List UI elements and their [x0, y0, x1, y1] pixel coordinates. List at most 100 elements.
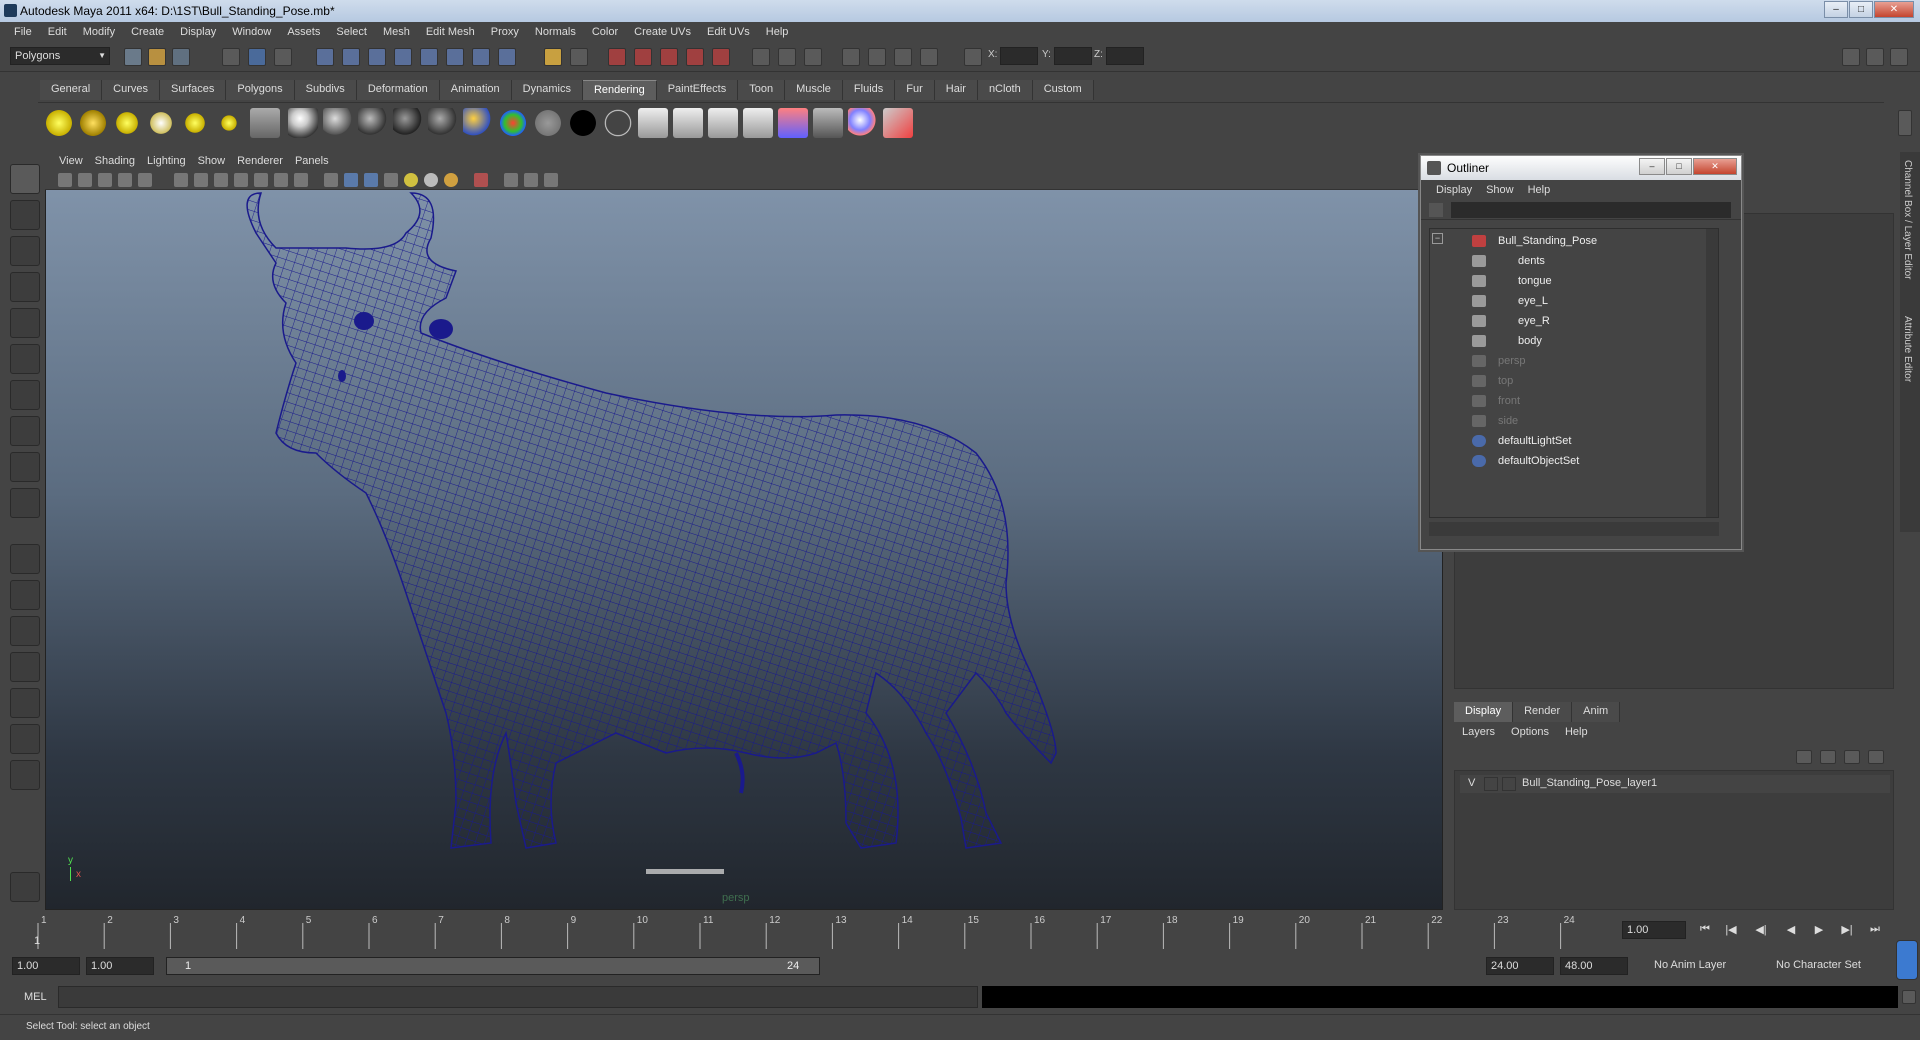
- end-time-field[interactable]: 48.00: [1560, 957, 1628, 975]
- outliner-menu-help[interactable]: Help: [1521, 184, 1558, 196]
- render-settings-icon[interactable]: [686, 48, 704, 66]
- select-camera-icon[interactable]: [58, 173, 72, 187]
- rotate-tool-icon[interactable]: [10, 308, 40, 338]
- field-chart-icon[interactable]: [234, 173, 248, 187]
- lasso-tool-icon[interactable]: [10, 200, 40, 230]
- move-layer-down-icon[interactable]: [1820, 750, 1836, 764]
- select-tool-icon[interactable]: [10, 164, 40, 194]
- more-layouts-icon[interactable]: [10, 760, 40, 790]
- shelf-scroll-icon[interactable]: [1898, 110, 1912, 136]
- viewport-menu-panels[interactable]: Panels: [289, 155, 335, 167]
- show-manipulator-icon[interactable]: [10, 452, 40, 482]
- snap-misc-icon[interactable]: [472, 48, 490, 66]
- move-tool-icon[interactable]: [10, 272, 40, 302]
- bookmarks-icon[interactable]: [98, 173, 112, 187]
- shelf-tab-surfaces[interactable]: Surfaces: [159, 80, 227, 100]
- ambient-light-icon[interactable]: [44, 108, 74, 138]
- wireframe-on-shaded-icon[interactable]: [364, 173, 378, 187]
- shelf-tab-deformation[interactable]: Deformation: [356, 80, 440, 100]
- layer-color-swatch[interactable]: [1502, 777, 1516, 791]
- two-panel-icon[interactable]: [524, 173, 538, 187]
- directional-light-icon[interactable]: [78, 108, 108, 138]
- phong-material-icon[interactable]: [358, 108, 388, 138]
- channel-box-toggle-icon[interactable]: [1890, 48, 1908, 66]
- play-forwards-button[interactable]: ▶: [1810, 923, 1828, 939]
- open-scene-icon[interactable]: [148, 48, 166, 66]
- image-plane-icon[interactable]: [118, 173, 132, 187]
- menu-create-uvs[interactable]: Create UVs: [626, 26, 699, 38]
- layer-visibility-toggle[interactable]: V: [1468, 777, 1475, 789]
- command-language-label[interactable]: MEL: [24, 991, 47, 1003]
- default-lighting-icon[interactable]: [404, 173, 418, 187]
- single-view-layout-icon[interactable]: [10, 544, 40, 574]
- menu-edit-uvs[interactable]: Edit UVs: [699, 26, 758, 38]
- menu-display[interactable]: Display: [172, 26, 224, 38]
- layer-tab-display[interactable]: Display: [1454, 702, 1514, 722]
- render-current-icon[interactable]: [634, 48, 652, 66]
- panel-layout-icon[interactable]: [504, 173, 518, 187]
- snap-view-plane-icon[interactable]: [394, 48, 412, 66]
- anim-layer-dropdown[interactable]: No Anim Layer: [1650, 957, 1758, 975]
- outliner-menu-show[interactable]: Show: [1479, 184, 1521, 196]
- layer-tab-anim[interactable]: Anim: [1572, 702, 1621, 722]
- persp-graph-layout-icon[interactable]: [10, 652, 40, 682]
- scale-tool-icon[interactable]: [10, 344, 40, 374]
- transform-mode-icon[interactable]: [964, 48, 982, 66]
- filter-icon[interactable]: [1429, 203, 1443, 217]
- lambert-material-icon[interactable]: [323, 108, 353, 138]
- go-to-start-button[interactable]: ⏮: [1696, 923, 1714, 939]
- film-gate-icon[interactable]: [174, 173, 188, 187]
- texture-icon[interactable]: [848, 108, 878, 138]
- select-component-icon[interactable]: [274, 48, 292, 66]
- isolate-select-icon[interactable]: [474, 173, 488, 187]
- shelf-tab-rendering[interactable]: Rendering: [582, 80, 657, 100]
- render-globals-icon[interactable]: [250, 108, 280, 138]
- grid-icon[interactable]: [138, 173, 152, 187]
- universal-manipulator-icon[interactable]: [10, 380, 40, 410]
- layer-menu-help[interactable]: Help: [1557, 726, 1596, 744]
- menu-proxy[interactable]: Proxy: [483, 26, 527, 38]
- shelf-tab-fur[interactable]: Fur: [895, 80, 935, 100]
- render-layer-icon[interactable]: [813, 108, 843, 138]
- playback-start-field[interactable]: 1.00: [86, 957, 154, 975]
- help-query-icon[interactable]: [498, 48, 516, 66]
- snap-surface-icon[interactable]: [446, 48, 464, 66]
- wireframe-icon[interactable]: [324, 173, 338, 187]
- volume-light-icon[interactable]: [214, 108, 244, 138]
- auto-key-icon[interactable]: [1896, 940, 1918, 980]
- resolution-gate-icon[interactable]: [194, 173, 208, 187]
- hand-tool-icon[interactable]: [10, 872, 40, 902]
- layer-menu-layers[interactable]: Layers: [1454, 726, 1503, 744]
- command-input[interactable]: [58, 986, 978, 1008]
- side-tab-channel-box[interactable]: Channel Box / Layer Editor: [1902, 160, 1913, 280]
- soft-mod-tool-icon[interactable]: [10, 416, 40, 446]
- shelf-tab-fluids[interactable]: Fluids: [842, 80, 896, 100]
- phong-e-material-icon[interactable]: [393, 108, 423, 138]
- attribute-editor-toggle-icon[interactable]: [1842, 48, 1860, 66]
- playback-end-field[interactable]: 24.00: [1486, 957, 1554, 975]
- shelf-tab-animation[interactable]: Animation: [439, 80, 512, 100]
- shelf-tab-muscle[interactable]: Muscle: [785, 80, 843, 100]
- lock-icon[interactable]: [544, 48, 562, 66]
- channel-box-icon[interactable]: [920, 48, 938, 66]
- viewport-menu-view[interactable]: View: [53, 155, 89, 167]
- current-time-field[interactable]: 1.00: [1622, 921, 1686, 939]
- menu-set-dropdown[interactable]: Polygons: [10, 47, 110, 65]
- use-background-icon[interactable]: [568, 108, 598, 138]
- hypergraph-icon[interactable]: [544, 173, 558, 187]
- viewport-menu-renderer[interactable]: Renderer: [231, 155, 289, 167]
- tool-settings-toggle-icon[interactable]: [1866, 48, 1884, 66]
- step-back-key-button[interactable]: |◀: [1722, 923, 1740, 939]
- menu-edit[interactable]: Edit: [40, 26, 75, 38]
- attribute-icon[interactable]: [868, 48, 886, 66]
- blinn-material-icon[interactable]: [288, 108, 318, 138]
- menu-mesh[interactable]: Mesh: [375, 26, 418, 38]
- minimize-button[interactable]: –: [1824, 1, 1848, 18]
- menu-color[interactable]: Color: [584, 26, 626, 38]
- menu-help[interactable]: Help: [758, 26, 797, 38]
- menu-window[interactable]: Window: [224, 26, 279, 38]
- input-line-icon[interactable]: [752, 48, 770, 66]
- safe-title-icon[interactable]: [274, 173, 288, 187]
- x-field[interactable]: [1000, 47, 1038, 65]
- outliner-minimize-button[interactable]: –: [1639, 158, 1665, 175]
